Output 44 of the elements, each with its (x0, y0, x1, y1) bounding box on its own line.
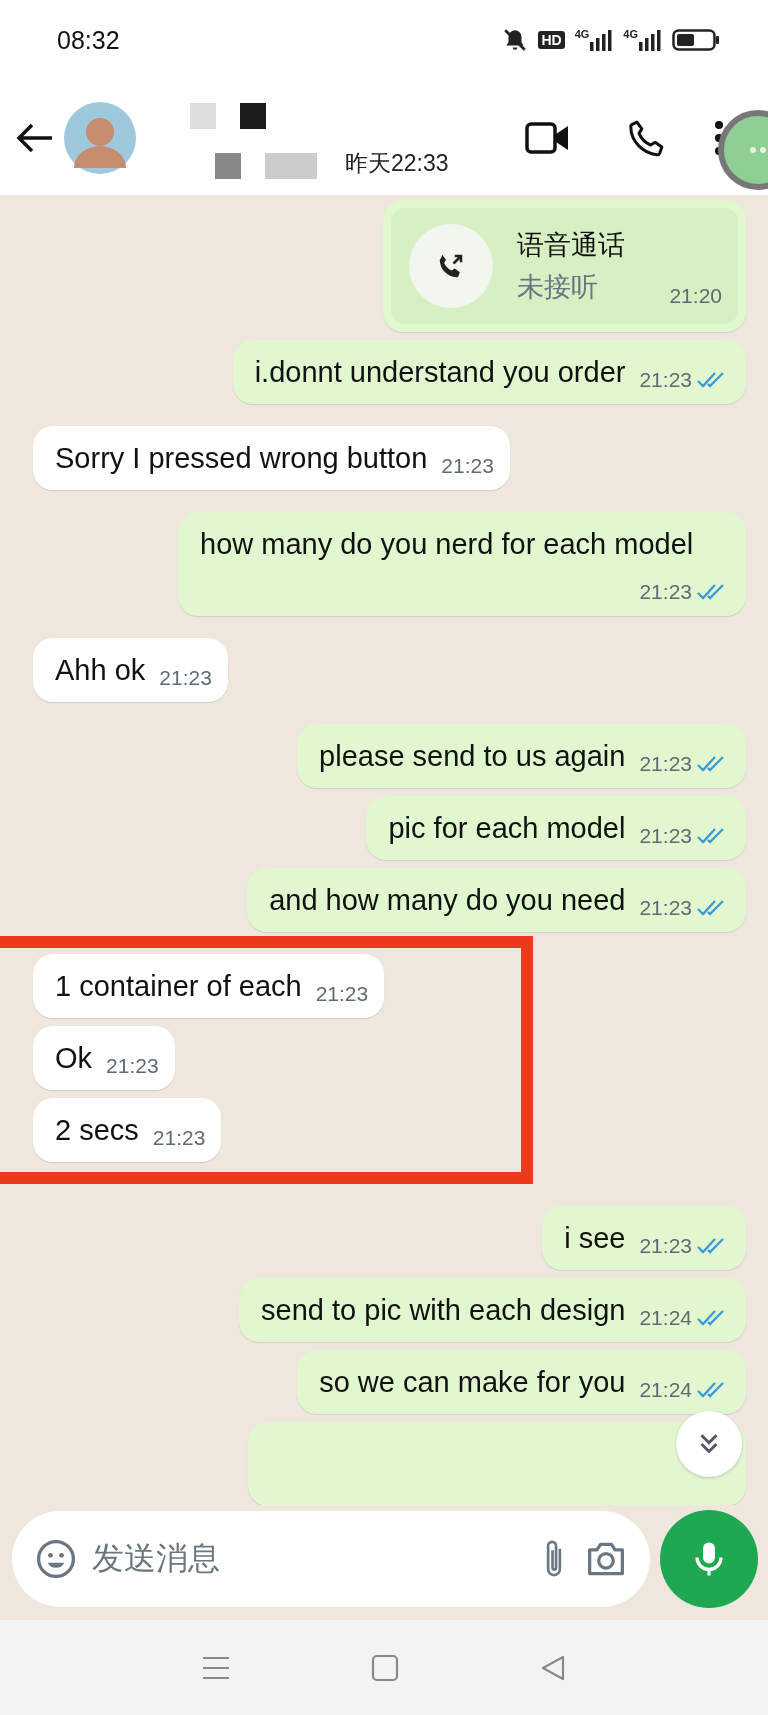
message-time: 21:23 (639, 1234, 692, 1258)
message-time: 21:23 (639, 752, 692, 776)
message-time: 21:23 (639, 896, 692, 920)
last-seen-text: 昨天22:33 (345, 148, 449, 178)
signal-icon (638, 28, 662, 52)
back-triangle-icon[interactable] (539, 1653, 567, 1682)
message-time: 21:24 (639, 1378, 692, 1402)
message-text: 2 secs (55, 1114, 139, 1146)
message-text: send to pic with each design (261, 1294, 626, 1326)
signal-icon (589, 28, 614, 52)
message-field[interactable]: 发送消息 (12, 1510, 650, 1607)
message-time: 21:23 (106, 1054, 159, 1078)
message-text: i.donnt understand you order (254, 356, 626, 388)
message-text: please send to us again (319, 740, 626, 772)
message-text: Sorry I pressed wrong button (55, 442, 428, 474)
message-time: 21:23 (152, 1126, 206, 1150)
contact-avatar[interactable] (64, 101, 136, 174)
message-text: Ahh ok (55, 654, 146, 686)
message-time: 21:23 (159, 666, 212, 690)
call-status: 未接听 (517, 271, 600, 304)
message-time: 21:23 (639, 580, 692, 604)
message-text: i see (564, 1222, 626, 1254)
message-text: Ok (55, 1042, 93, 1074)
call-title: 语音通话 (517, 229, 626, 262)
back-arrow-icon[interactable] (16, 121, 54, 154)
message-text: 1 container of each (55, 970, 302, 1002)
network-label: 4G (574, 28, 590, 40)
home-square-icon[interactable] (371, 1653, 399, 1682)
message-text: so we can make for you (319, 1366, 626, 1398)
message-time: 21:23 (639, 368, 692, 392)
battery-icon (672, 28, 720, 52)
network-label: 4G (623, 28, 638, 40)
message-time: 21:23 (639, 824, 692, 848)
message-input[interactable]: 发送消息 (90, 1539, 524, 1578)
message-text: how many do you nerd for each model (200, 528, 694, 560)
message-time: 21:23 (315, 982, 369, 1006)
message-time: 21:20 (669, 284, 722, 308)
message-time: 21:23 (441, 454, 494, 478)
message-time: 21:24 (639, 1306, 692, 1330)
message-text: pic for each model (388, 812, 626, 844)
video-call-icon[interactable] (525, 119, 571, 156)
message-text: and how many do you need (269, 884, 626, 916)
hd-badge: HD (538, 31, 565, 49)
status-time: 08:32 (57, 25, 120, 55)
